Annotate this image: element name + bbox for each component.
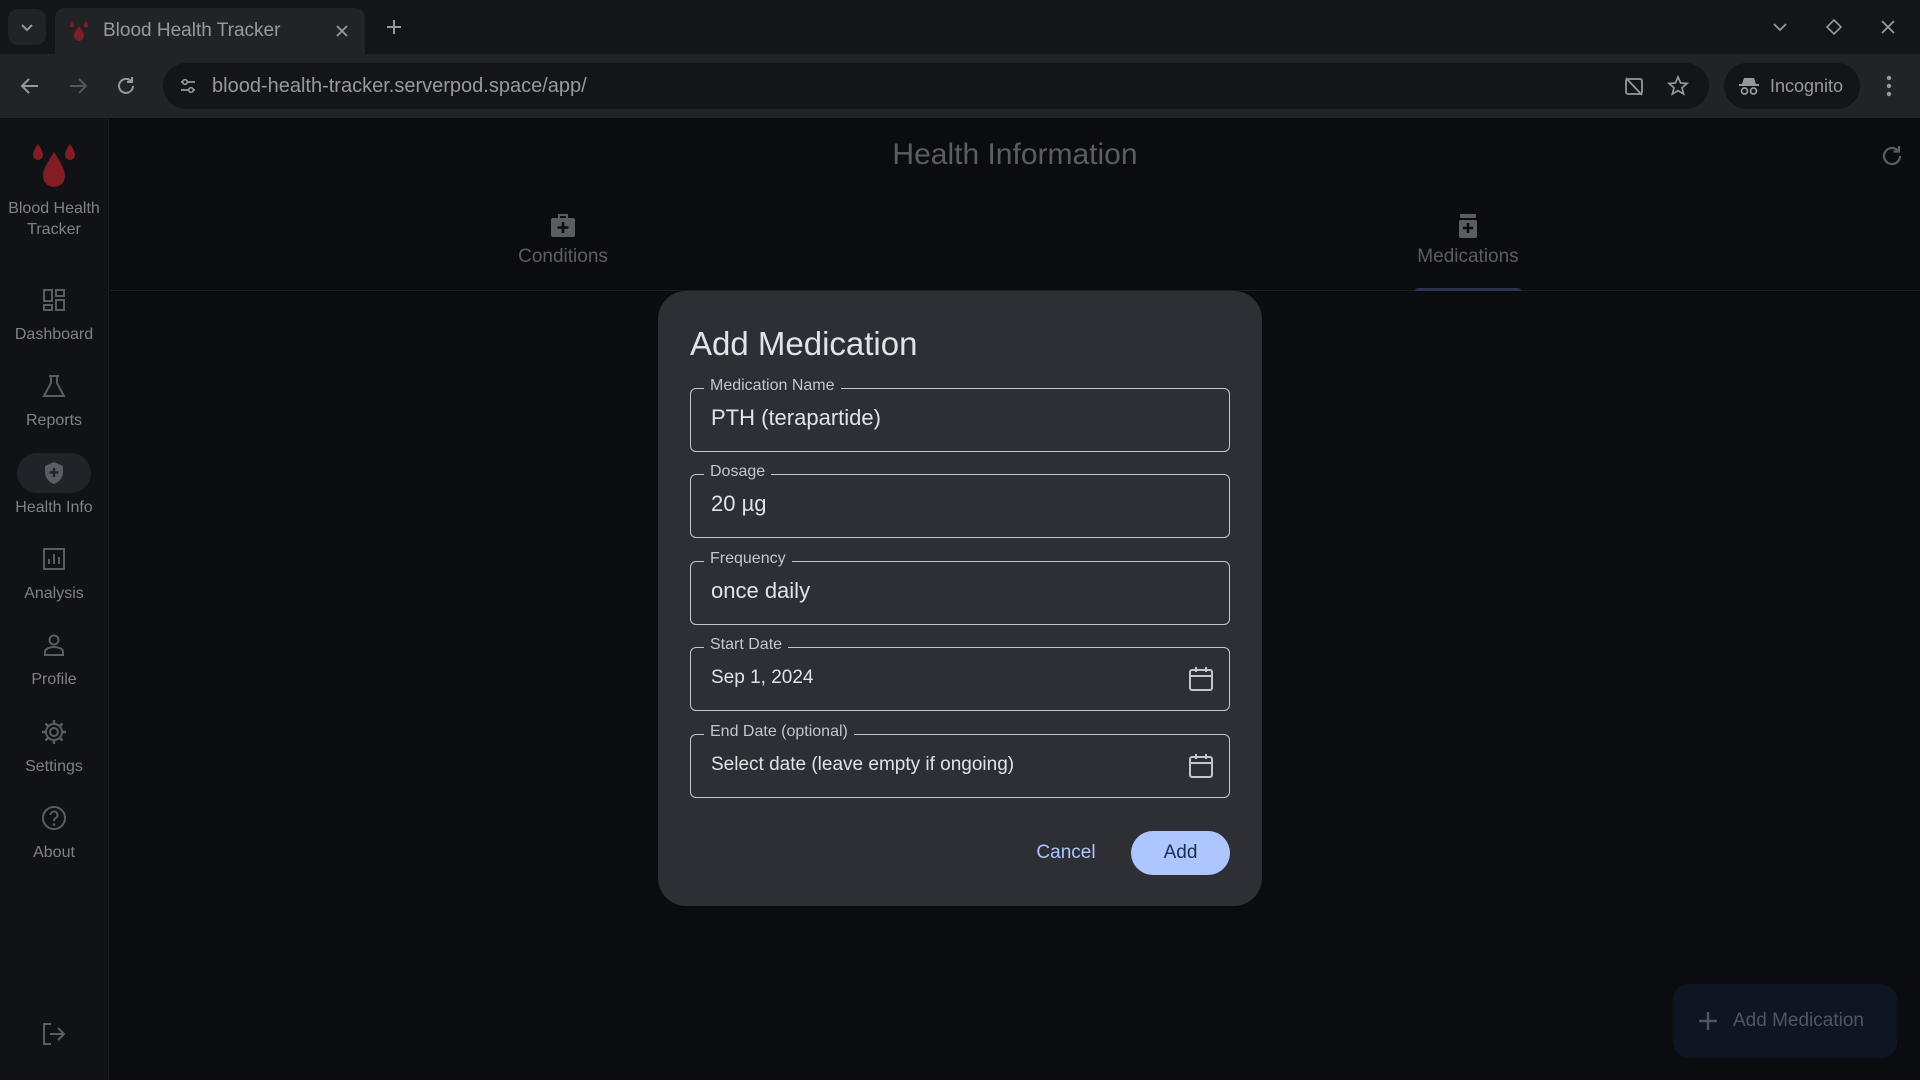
end-date-field[interactable]: End Date (optional) Select date (leave e… [690, 723, 1230, 798]
field-value[interactable]: Sep 1, 2024 [711, 667, 813, 689]
add-button[interactable]: Add [1131, 831, 1230, 875]
dosage-field[interactable]: Dosage 20 µg [690, 463, 1230, 538]
add-medication-dialog: Add Medication Medication Name PTH (tera… [658, 291, 1262, 906]
calendar-icon [1189, 667, 1213, 691]
cancel-button[interactable]: Cancel [1028, 831, 1104, 875]
start-date-field[interactable]: Start Date Sep 1, 2024 [690, 636, 1230, 711]
calendar-icon [1189, 754, 1213, 778]
field-label: Start Date [704, 636, 789, 654]
field-label: Medication Name [704, 377, 841, 395]
end-date-picker-button[interactable] [1185, 750, 1217, 782]
field-label: Frequency [704, 550, 792, 568]
medication-name-field[interactable]: Medication Name PTH (terapartide) [690, 377, 1230, 452]
dialog-title: Add Medication [690, 325, 918, 362]
frequency-field[interactable]: Frequency once daily [690, 550, 1230, 625]
field-value[interactable]: once daily [711, 578, 810, 604]
field-label: Dosage [704, 463, 772, 481]
field-placeholder[interactable]: Select date (leave empty if ongoing) [711, 754, 1014, 776]
field-value[interactable]: 20 µg [711, 491, 767, 517]
field-value[interactable]: PTH (terapartide) [711, 405, 881, 431]
field-label: End Date (optional) [704, 723, 854, 741]
start-date-picker-button[interactable] [1185, 663, 1217, 695]
